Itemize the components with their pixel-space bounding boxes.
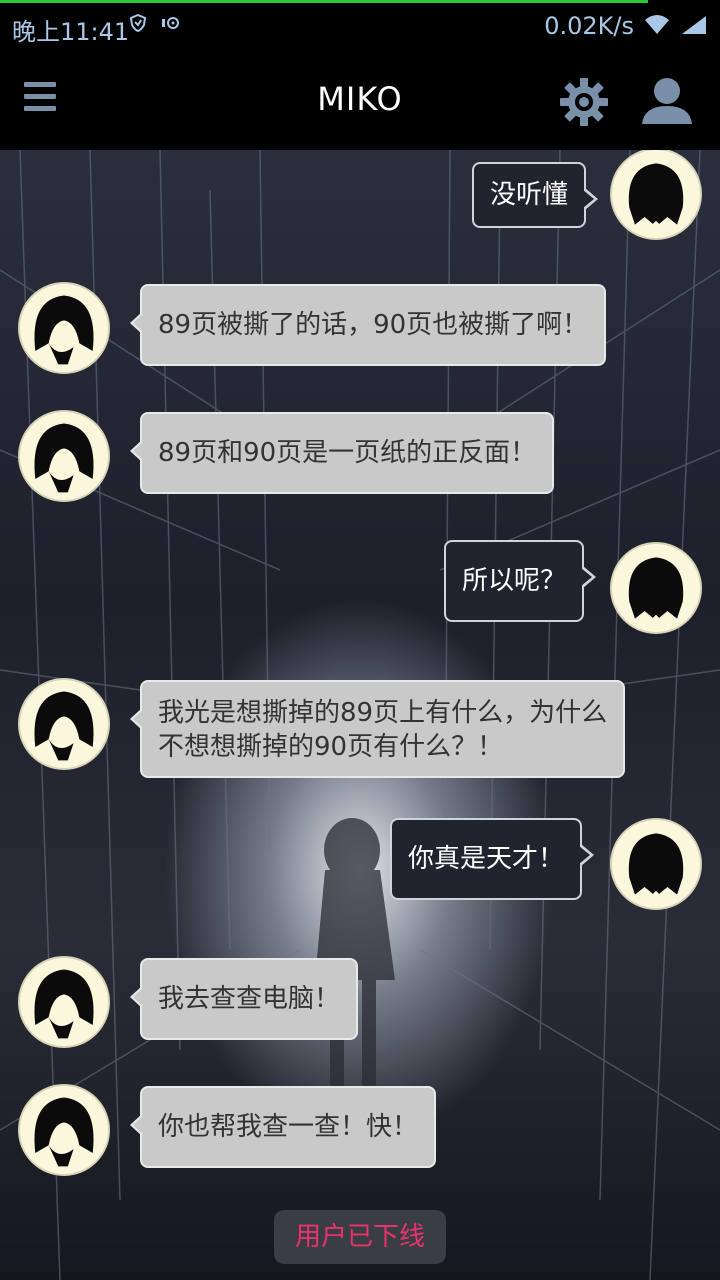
user-icon[interactable] [640,76,694,126]
signal-icon [680,14,708,36]
user-avatar[interactable] [610,818,702,910]
message-bubble[interactable]: 没听懂 [472,162,599,228]
message-bubble[interactable]: 89页和90页是一页纸的正反面！ [129,412,555,494]
wifi-icon [644,12,670,36]
message-bubble[interactable]: 89页被撕了的话，90页也被撕了啊！ [129,284,607,366]
message-text: 我光是想撕掉的89页上有什么，为什么 [158,698,608,728]
nfc-icon [160,13,182,38]
message-text: 89页被撕了的话，90页也被撕了啊！ [158,310,589,340]
message-bubble[interactable]: 你真是天才！ [390,818,595,900]
net-speed: 0.02K/s [544,12,634,40]
message-text: 89页和90页是一页纸的正反面！ [158,438,537,468]
bot-avatar[interactable] [18,282,110,374]
message-text: 所以呢？ [462,566,567,596]
message-bubble[interactable]: 你也帮我查一查！快！ [129,1086,437,1168]
clock: 晚上11:41 [12,18,130,46]
message-text: 我去查查电脑！ [158,984,341,1014]
app: 晚上11:41 0.02K/s MIKO 没听懂 89页被撕了的话，90页也被撕… [0,0,720,1280]
offline-status-badge: 用户已下线 [274,1210,446,1264]
user-avatar[interactable] [610,150,702,240]
bot-avatar[interactable] [18,678,110,770]
title-bar: MIKO [0,52,720,150]
load-progress-bar [0,0,648,3]
user-avatar[interactable] [610,542,702,634]
bot-avatar[interactable] [18,956,110,1048]
bot-avatar[interactable] [18,410,110,502]
message-text: 你也帮我查一查！快！ [158,1112,419,1142]
message-text: 你真是天才！ [408,844,565,874]
message-bubble[interactable]: 所以呢？ [444,540,597,622]
page-title: MIKO [317,80,403,118]
message-bubble[interactable]: 我去查查电脑！ [129,958,359,1040]
gear-icon[interactable] [558,76,610,128]
chat-area[interactable]: 没听懂 89页被撕了的话，90页也被撕了啊！ 89页和90页是一页纸的正反面！ [0,150,720,1280]
shield-icon [128,13,148,38]
message-text: 不想想撕掉的90页有什么？！ [158,732,504,762]
bot-avatar[interactable] [18,1084,110,1176]
status-bar: 晚上11:41 0.02K/s [0,0,720,52]
message-text: 没听懂 [490,180,569,210]
message-bubble[interactable]: 我光是想撕掉的89页上有什么，为什么 不想想撕掉的90页有什么？！ [129,680,626,778]
